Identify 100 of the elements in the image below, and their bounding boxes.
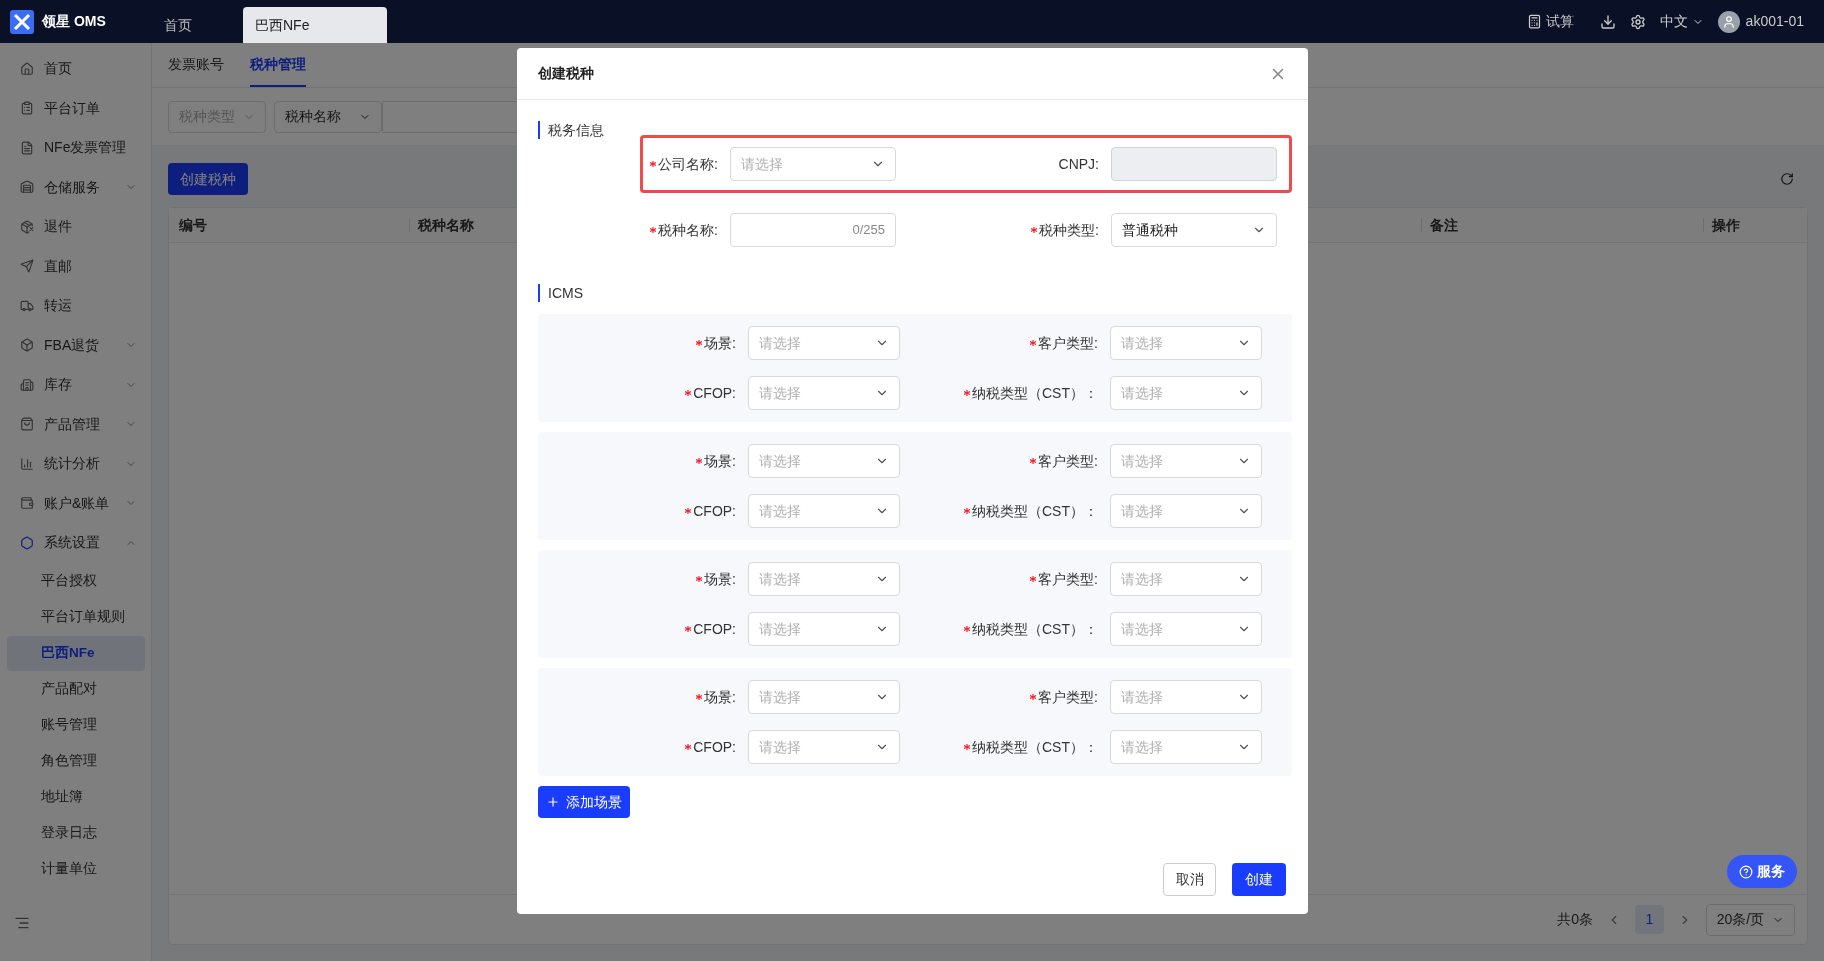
- dialog-title: 创建税种: [538, 64, 594, 83]
- avatar[interactable]: [1717, 10, 1740, 33]
- section-title: ICMS: [548, 283, 583, 303]
- clipboard-icon: [20, 101, 34, 116]
- section-title: 税务信息: [548, 120, 604, 140]
- required-icon: [696, 694, 703, 700]
- field-label: 公司名称:: [658, 154, 718, 174]
- settings-icon[interactable]: [1629, 13, 1646, 30]
- page-tab[interactable]: 首页: [152, 7, 243, 43]
- nav-item[interactable]: 产品管理: [0, 404, 151, 444]
- plus-icon: [546, 795, 560, 809]
- logo-icon: [10, 9, 34, 34]
- collapse-menu-icon[interactable]: [14, 915, 30, 931]
- nav-item[interactable]: NFe发票管理: [0, 128, 151, 168]
- column-header: 操作: [1712, 215, 1740, 235]
- field-label: 场景:: [704, 569, 736, 589]
- page-number[interactable]: 1: [1635, 905, 1664, 934]
- select-field[interactable]: 请选择: [748, 730, 900, 764]
- building-icon: [20, 377, 34, 392]
- required-icon: [1030, 340, 1037, 346]
- nav-item[interactable]: 首页: [0, 49, 151, 89]
- required-icon: [685, 508, 692, 514]
- nav-subitem[interactable]: 平台订单规则: [7, 599, 145, 635]
- column-header: 备注: [1430, 215, 1458, 235]
- nav-item[interactable]: 库存: [0, 365, 151, 405]
- select-field[interactable]: 请选择: [748, 562, 900, 596]
- select-field[interactable]: 请选择: [1110, 730, 1262, 764]
- nav-subitem[interactable]: 产品配对: [7, 671, 145, 707]
- nav-item[interactable]: 平台订单: [0, 88, 151, 128]
- nav-item[interactable]: 统计分析: [0, 444, 151, 484]
- sub-tab[interactable]: 发票账号: [168, 43, 224, 87]
- select-field[interactable]: 请选择: [748, 612, 900, 646]
- field-label: CFOP:: [693, 501, 736, 521]
- select-field[interactable]: 请选择: [1110, 612, 1262, 646]
- select-field[interactable]: 普通税种: [1111, 213, 1277, 247]
- select-field[interactable]: 请选择: [1110, 680, 1262, 714]
- total-count: 共0条: [1557, 910, 1593, 929]
- nav-subitem[interactable]: 账号管理: [7, 707, 145, 743]
- page-tab[interactable]: 巴西NFe: [243, 7, 387, 43]
- select-field[interactable]: 请选择: [748, 376, 900, 410]
- field-label: CFOP:: [693, 383, 736, 403]
- required-icon: [650, 161, 657, 167]
- download-icon[interactable]: [1599, 13, 1616, 30]
- nav-subitem[interactable]: 计量单位: [7, 851, 145, 887]
- character-counter: 0/255: [852, 221, 885, 240]
- select-field[interactable]: 请选择: [748, 680, 900, 714]
- select-field[interactable]: 请选择: [1110, 376, 1262, 410]
- create-button[interactable]: 创建税种: [168, 163, 248, 195]
- nav-subitem[interactable]: 地址簿: [7, 779, 145, 815]
- required-icon: [696, 458, 703, 464]
- required-icon: [964, 508, 970, 514]
- nav-item[interactable]: 系统设置: [0, 523, 151, 563]
- field-label: CNPJ:: [1058, 154, 1099, 174]
- field-label: 场景:: [704, 687, 736, 707]
- select-field[interactable]: 请选择: [748, 494, 900, 528]
- nav-item[interactable]: 转运: [0, 286, 151, 326]
- field-label: 纳税类型（CST）：: [972, 383, 1098, 403]
- select-field[interactable]: 请选择: [1110, 326, 1262, 360]
- create-button[interactable]: 创建: [1232, 862, 1286, 896]
- select-field[interactable]: 请选择: [730, 147, 896, 181]
- add-scenario-button[interactable]: 添加场景: [538, 786, 630, 818]
- nav-item[interactable]: 退件: [0, 207, 151, 247]
- select-field[interactable]: 请选择: [748, 326, 900, 360]
- help-icon: [1739, 864, 1753, 879]
- nav-item[interactable]: FBA退货: [0, 325, 151, 365]
- warehouse-icon: [20, 180, 34, 195]
- nav-item[interactable]: 直邮: [0, 246, 151, 286]
- required-icon: [1031, 227, 1038, 233]
- field-label: 客户类型:: [1038, 569, 1098, 589]
- trial-button[interactable]: 试算: [1526, 11, 1574, 32]
- nav-subitem[interactable]: 角色管理: [7, 743, 145, 779]
- nav-subitem[interactable]: 登录日志: [7, 815, 145, 851]
- text-field[interactable]: 0/255: [730, 213, 896, 247]
- required-icon: [685, 390, 692, 396]
- service-button[interactable]: 服务: [1727, 855, 1797, 888]
- page-size-select[interactable]: 20条/页: [1706, 903, 1795, 936]
- truck-icon: [20, 298, 34, 313]
- nav-item[interactable]: 账户&账单: [0, 483, 151, 523]
- calculator-icon: [1526, 14, 1542, 29]
- nav-item[interactable]: 仓储服务: [0, 167, 151, 207]
- field-label: 客户类型:: [1038, 451, 1098, 471]
- nav-subitem[interactable]: 平台授权: [7, 563, 145, 599]
- field-label: CFOP:: [693, 619, 736, 639]
- refresh-icon[interactable]: [1780, 172, 1794, 186]
- filter-select[interactable]: 税种名称: [274, 100, 382, 133]
- required-icon: [650, 227, 657, 233]
- select-field[interactable]: 请选择: [1110, 562, 1262, 596]
- required-icon: [1030, 576, 1037, 582]
- select-field[interactable]: 请选择: [1110, 494, 1262, 528]
- select-field[interactable]: 请选择: [748, 444, 900, 478]
- required-icon: [696, 340, 703, 346]
- required-icon: [685, 744, 692, 750]
- required-icon: [964, 626, 970, 632]
- nav-subitem[interactable]: 巴西NFe: [7, 635, 145, 671]
- field-label: 纳税类型（CST）：: [972, 501, 1098, 521]
- select-field[interactable]: 请选择: [1110, 444, 1262, 478]
- accent-bar: [538, 121, 540, 139]
- language-select[interactable]: 中文: [1659, 11, 1704, 32]
- package-icon: [20, 219, 34, 234]
- cancel-button[interactable]: 取消: [1163, 862, 1216, 896]
